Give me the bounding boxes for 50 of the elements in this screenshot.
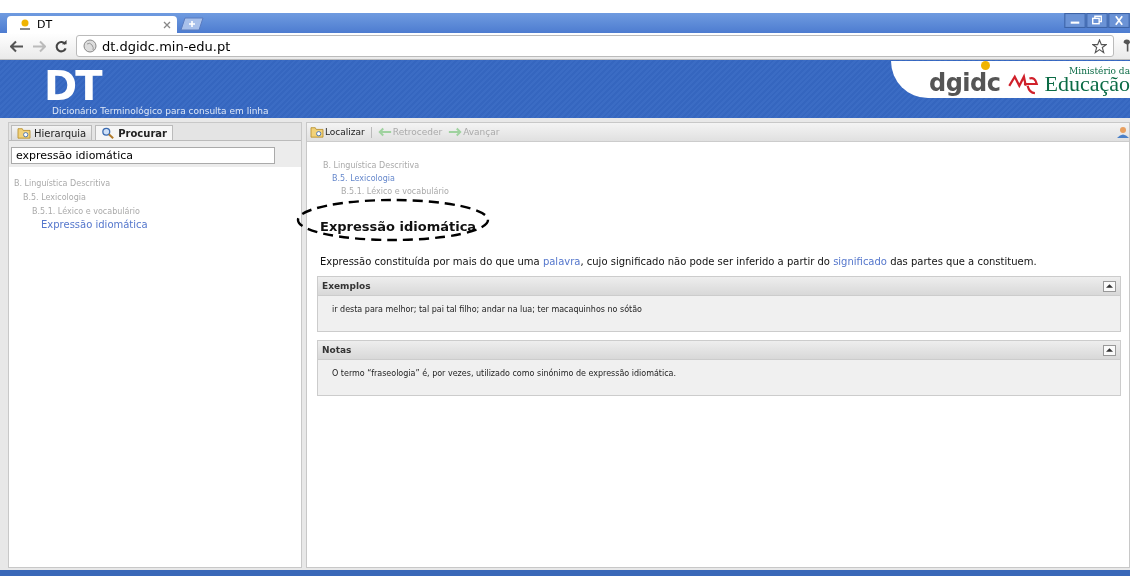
- term-title: Expressão idiomática: [320, 219, 478, 234]
- search-icon: [101, 127, 116, 139]
- tree-item[interactable]: B.5.1. Léxico e vocabulário: [32, 207, 140, 216]
- new-tab-icon[interactable]: [179, 17, 205, 31]
- browser-tab[interactable]: DT: [7, 16, 177, 33]
- forward-arrow-icon: [448, 126, 463, 138]
- restore-icon[interactable]: [1086, 13, 1108, 28]
- tree-item[interactable]: Expressão idiomática: [41, 219, 148, 230]
- back-arrow-icon: [377, 126, 392, 138]
- panel-tab[interactable]: Hierarquia: [11, 125, 93, 140]
- tree-item[interactable]: B.5. Lexicologia: [23, 193, 86, 202]
- collapse-button[interactable]: [1103, 280, 1116, 292]
- tab-title: DT: [37, 18, 53, 31]
- breadcrumb-link[interactable]: B.5. Lexicologia: [332, 174, 395, 183]
- globe-icon: [83, 39, 97, 53]
- term-link[interactable]: significado: [833, 256, 887, 267]
- close-icon[interactable]: [163, 20, 171, 29]
- dot-icon: [981, 61, 990, 70]
- folder-search-icon: [17, 127, 31, 139]
- ministry-label: Ministério da: [1069, 67, 1130, 76]
- panel-tab[interactable]: Procurar: [95, 125, 173, 140]
- wrench-icon[interactable]: [1122, 39, 1130, 53]
- collapse-icon: [1106, 283, 1113, 289]
- reload-icon[interactable]: [54, 39, 68, 53]
- site-subtitle: Dicionário Terminológico para consulta em linha: [52, 106, 269, 116]
- minimize-icon[interactable]: [1064, 13, 1086, 28]
- breadcrumb-item: B.5.1. Léxico e vocabulário: [341, 187, 449, 196]
- collapse-icon: [1106, 347, 1113, 353]
- section-text: O termo “fraseologia” é, por vezes, utilizado como sinónimo de expressão idiomática.: [332, 369, 677, 378]
- brand-logo: dgidc: [929, 71, 1001, 95]
- star-icon[interactable]: [1092, 38, 1107, 54]
- close-icon[interactable]: [1108, 13, 1130, 28]
- breadcrumb-item: B. Linguística Descritiva: [323, 161, 420, 170]
- folder-search-icon: [310, 126, 324, 138]
- definition-text: Expressão constituída por mais do que uma palavra, cujo significado não pode ser inferido a partir do significado das partes que a constituem.: [320, 256, 1038, 267]
- url-text: dt.dgidc.min-edu.pt: [102, 38, 231, 54]
- ministry-emblem-icon: [1006, 73, 1039, 95]
- address-bar[interactable]: dt.dgidc.min-edu.pt: [76, 35, 1114, 57]
- ministry-wordmark: Educação: [1044, 73, 1130, 95]
- site-logo: DT: [44, 66, 102, 106]
- section-title: Notas: [322, 345, 352, 355]
- site-favicon-icon: [19, 18, 31, 31]
- toolbar-button[interactable]: Localizar: [310, 126, 365, 138]
- section-title: Exemplos: [322, 281, 371, 291]
- collapse-button[interactable]: [1103, 344, 1116, 356]
- back-icon[interactable]: [10, 39, 24, 53]
- tree-item[interactable]: B. Linguística Descritiva: [14, 179, 111, 188]
- search-field[interactable]: expressão idiomática: [11, 147, 275, 164]
- user-icon[interactable]: [1117, 126, 1129, 138]
- section-text: ir desta para melhor; tal pai tal filho; andar na lua; ter macaquinhos no sótão: [332, 305, 642, 314]
